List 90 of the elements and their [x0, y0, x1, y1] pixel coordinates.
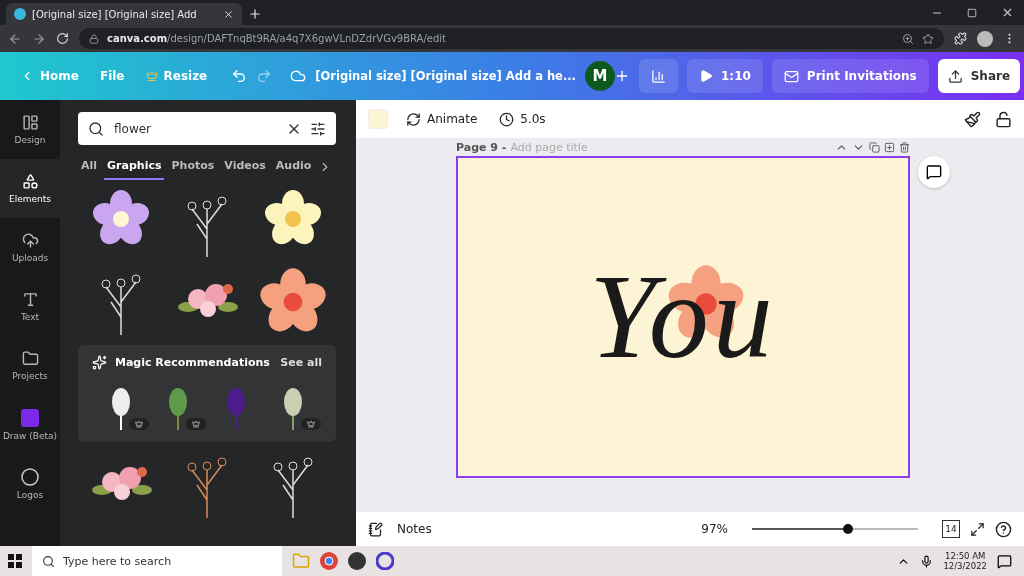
- star-icon[interactable]: [922, 32, 934, 45]
- crown-badge: [128, 418, 149, 430]
- help-icon[interactable]: [995, 520, 1012, 538]
- paint-roller-icon[interactable]: [964, 110, 981, 128]
- share-icon: [947, 68, 963, 84]
- slider-thumb[interactable]: [843, 524, 854, 534]
- logo-circle-icon: [21, 467, 39, 486]
- reload-icon[interactable]: [56, 32, 69, 45]
- see-all-link[interactable]: See all: [280, 356, 322, 369]
- filter-tab[interactable]: Audio: [272, 154, 315, 180]
- windows-logo-icon[interactable]: [8, 554, 22, 568]
- color-swatch[interactable]: [368, 109, 388, 129]
- filter-tab[interactable]: Graphics: [104, 154, 165, 180]
- filter-icon[interactable]: [310, 120, 326, 137]
- microphone-icon[interactable]: [920, 554, 934, 568]
- sidebar-item[interactable]: Elements: [0, 159, 60, 218]
- sidebar-item[interactable]: Logos: [0, 454, 60, 513]
- page-count-button[interactable]: 14: [942, 520, 960, 538]
- chrome-icon[interactable]: [320, 552, 338, 570]
- tab-title: [Original size] [Original size] Add: [32, 8, 198, 20]
- play-icon: [699, 69, 713, 83]
- sidebar-item[interactable]: Uploads: [0, 218, 60, 277]
- user-avatar[interactable]: M: [585, 61, 615, 91]
- filter-tab[interactable]: All: [78, 154, 101, 180]
- shapes-icon: [21, 173, 39, 190]
- sidebar-item[interactable]: Draw (Beta): [0, 395, 60, 454]
- zoom-icon[interactable]: [902, 32, 914, 45]
- layout-icon: [21, 114, 39, 131]
- close-icon[interactable]: [223, 8, 234, 20]
- crown-badge: [301, 418, 322, 430]
- animate-button[interactable]: Animate: [402, 109, 482, 129]
- app-icon[interactable]: [348, 552, 366, 570]
- forward-icon[interactable]: [32, 31, 46, 46]
- search-icon: [88, 120, 104, 137]
- share-button[interactable]: Share: [937, 59, 1021, 93]
- profile-avatar[interactable]: [977, 30, 993, 47]
- unlock-icon[interactable]: [995, 110, 1012, 128]
- folder-icon: [21, 350, 39, 367]
- recommendations-title: Magic Recommendations: [115, 356, 271, 369]
- taskbar-clock[interactable]: 12:50 AM 12/3/2022: [943, 551, 987, 571]
- close-icon[interactable]: [1001, 6, 1014, 19]
- design-page[interactable]: You: [456, 156, 910, 478]
- sparkle-icon: [92, 355, 107, 370]
- upload-icon: [21, 232, 39, 249]
- sidebar-item[interactable]: Design: [0, 100, 60, 159]
- document-title[interactable]: [Original size] [Original size] Add a he...: [315, 69, 576, 83]
- restore-icon[interactable]: [967, 8, 977, 18]
- crown-badge: [186, 418, 207, 430]
- add-icon[interactable]: [614, 68, 630, 84]
- filter-tab[interactable]: Photos: [168, 154, 218, 180]
- add-page-icon[interactable]: [884, 141, 895, 153]
- notifications-icon[interactable]: [997, 553, 1012, 569]
- taskbar-search-field[interactable]: Type here to search: [32, 546, 282, 576]
- search-icon: [42, 554, 55, 568]
- sidebar-item[interactable]: Projects: [0, 336, 60, 395]
- clock-icon: [499, 111, 515, 127]
- copy-icon[interactable]: [869, 141, 880, 153]
- url-text: canva.com/design/DAFTnqBt9RA/a4q7X6gwVLnDZdrVGv9BRA/edit: [107, 33, 446, 44]
- animate-icon: [406, 111, 421, 127]
- trash-icon[interactable]: [899, 141, 910, 153]
- new-tab-icon[interactable]: [248, 7, 262, 21]
- browser-tab[interactable]: [Original size] [Original size] Add: [6, 3, 242, 25]
- draw-icon: [21, 408, 39, 427]
- zoom-percent: 97%: [701, 522, 728, 536]
- site-icon: [14, 8, 26, 20]
- headphones-icon[interactable]: [376, 552, 394, 570]
- duration-button[interactable]: 5.0s: [495, 109, 550, 129]
- print-invitations-button[interactable]: Print Invitations: [771, 59, 929, 93]
- envelope-icon: [783, 68, 799, 84]
- fullscreen-icon[interactable]: [970, 521, 985, 537]
- notes-icon: [368, 521, 383, 537]
- text-icon: [21, 291, 39, 308]
- filter-tab[interactable]: Videos: [221, 154, 269, 180]
- extensions-icon[interactable]: [954, 32, 967, 45]
- sidebar-item[interactable]: Text: [0, 277, 60, 336]
- back-icon[interactable]: [8, 31, 22, 46]
- insights-button[interactable]: [639, 59, 678, 93]
- script-text[interactable]: You: [589, 248, 777, 386]
- bar-chart-icon: [651, 68, 666, 84]
- search-field[interactable]: flower: [78, 112, 336, 145]
- lock-icon: [89, 33, 99, 44]
- crown-icon: [145, 70, 158, 82]
- cloud-icon[interactable]: [290, 68, 307, 84]
- play-button[interactable]: 1:10: [687, 59, 763, 93]
- page-label: Page 9 -: [456, 140, 507, 154]
- comment-button[interactable]: [918, 156, 950, 188]
- undo-icon[interactable]: [231, 68, 248, 84]
- address-bar[interactable]: canva.com/design/DAFTnqBt9RA/a4q7X6gwVLnDZdrVGv9BRA/edit: [79, 28, 944, 49]
- comment-icon: [926, 164, 942, 180]
- notes-button[interactable]: Notes: [393, 520, 692, 538]
